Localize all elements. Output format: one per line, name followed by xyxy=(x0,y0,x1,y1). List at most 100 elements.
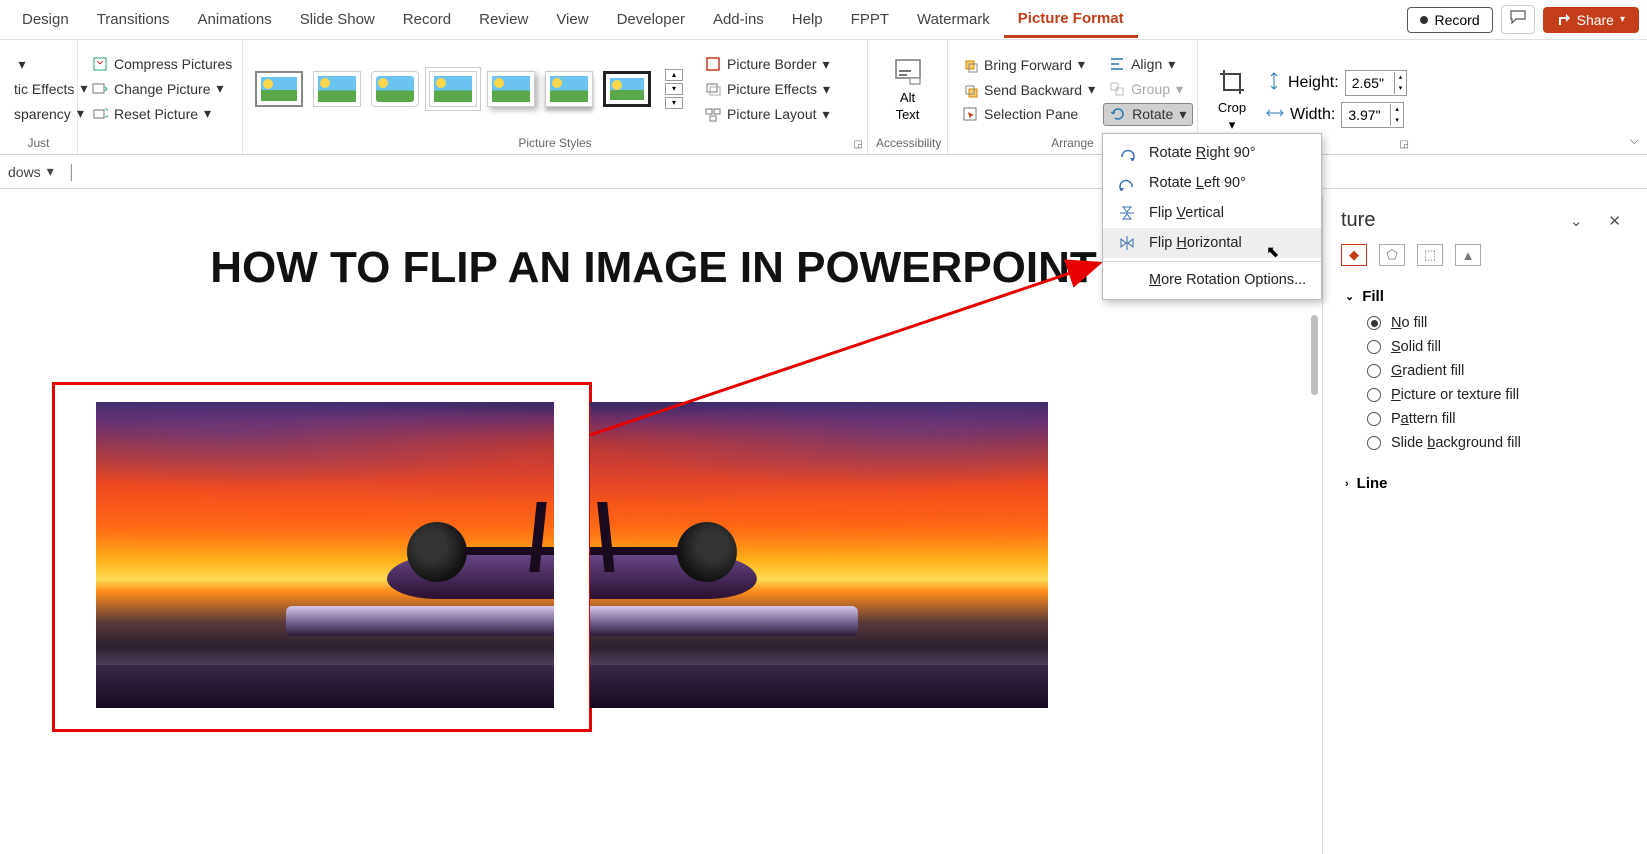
height-row: Height: ▴▾ xyxy=(1266,68,1407,98)
label: Crop xyxy=(1218,100,1246,115)
share-button[interactable]: Share▾ xyxy=(1543,7,1639,33)
fill-option-gradient[interactable]: Gradient fill xyxy=(1345,359,1625,383)
label: Alt xyxy=(900,90,915,105)
align-button[interactable]: Align ▾ xyxy=(1103,53,1193,76)
tab-transitions[interactable]: Transitions xyxy=(83,3,184,36)
radio-icon xyxy=(1367,412,1381,426)
record-dot-icon xyxy=(1420,16,1428,24)
tab-view[interactable]: View xyxy=(542,3,602,36)
collapse-ribbon-button[interactable]: ⌵ xyxy=(1630,133,1639,148)
tab-developer[interactable]: Developer xyxy=(603,3,699,36)
width-input[interactable]: ▴▾ xyxy=(1341,102,1404,128)
style-thumb[interactable] xyxy=(313,71,361,107)
style-thumb[interactable] xyxy=(603,71,651,107)
chevron-down-icon: ▾ xyxy=(1078,56,1085,73)
spinner-down[interactable]: ▾ xyxy=(1395,83,1407,94)
pane-options-button[interactable]: ⌄ xyxy=(1562,212,1591,230)
comments-button[interactable] xyxy=(1501,5,1535,34)
group-label xyxy=(86,134,234,154)
label: Picture Border xyxy=(727,56,816,72)
reset-picture-button[interactable]: Reset Picture ▾ xyxy=(86,102,238,125)
tab-record[interactable]: Record xyxy=(389,3,465,36)
picture-style-gallery[interactable]: ▴▾▾ xyxy=(251,44,687,134)
tab-help[interactable]: Help xyxy=(778,3,837,36)
picture-original[interactable] xyxy=(96,402,554,708)
chevron-down-icon: ▾ xyxy=(1179,106,1186,123)
line-section-header[interactable]: ›Line xyxy=(1345,469,1625,498)
label: Height: xyxy=(1288,74,1339,92)
picture-border-button[interactable]: Picture Border ▾ xyxy=(699,53,836,76)
bring-forward-icon xyxy=(962,57,978,73)
style-thumb[interactable] xyxy=(429,71,477,107)
chevron-down-icon: ▾ xyxy=(1168,56,1175,73)
style-thumb[interactable] xyxy=(487,71,535,107)
send-backward-button[interactable]: Send Backward ▾ xyxy=(956,78,1101,101)
menu-more-rotation-options[interactable]: More Rotation Options... xyxy=(1103,265,1321,295)
rotate-button[interactable]: Rotate ▾ xyxy=(1103,103,1193,126)
menu-rotate-left-90[interactable]: Rotate Left 90° xyxy=(1103,168,1321,198)
gallery-more-button[interactable]: ▴▾▾ xyxy=(665,69,683,109)
change-picture-button[interactable]: Change Picture ▾ xyxy=(86,77,238,100)
menu-flip-horizontal[interactable]: Flip Horizontal xyxy=(1103,228,1321,258)
selection-pane-button[interactable]: Selection Pane xyxy=(956,103,1101,125)
label: Compress Pictures xyxy=(114,56,232,72)
alt-text-button[interactable]: Alt Text xyxy=(882,44,934,134)
fill-option-solid[interactable]: Solid fill xyxy=(1345,335,1625,359)
dialog-launcher-icon[interactable]: ◲ xyxy=(854,139,863,150)
group-label: Picture Styles xyxy=(251,134,859,154)
scrollbar-thumb[interactable] xyxy=(1311,315,1318,395)
fill-section-header[interactable]: ⌄Fill xyxy=(1345,282,1625,311)
fill-option-picture[interactable]: Picture or texture fill xyxy=(1345,383,1625,407)
ribbon-tabs: Design Transitions Animations Slide Show… xyxy=(0,0,1647,40)
picture-flipped[interactable] xyxy=(590,402,1048,708)
ribbon-group-accessibility: Alt Text Accessibility xyxy=(868,40,948,154)
picture-layout-button[interactable]: Picture Layout ▾ xyxy=(699,103,836,126)
style-thumb[interactable] xyxy=(371,71,419,107)
fill-option-pattern[interactable]: Pattern fill xyxy=(1345,407,1625,431)
spinner-up[interactable]: ▴ xyxy=(1395,72,1407,83)
menu-flip-vertical[interactable]: Flip Vertical xyxy=(1103,198,1321,228)
height-field[interactable] xyxy=(1346,75,1394,91)
label: Send Backward xyxy=(984,82,1082,98)
width-field[interactable] xyxy=(1342,107,1390,123)
label: Selection Pane xyxy=(984,106,1078,122)
effects-tab[interactable]: ⬠ xyxy=(1379,244,1405,266)
style-thumb[interactable] xyxy=(545,71,593,107)
width-icon xyxy=(1266,105,1284,126)
fill-line-tab[interactable]: ◆ xyxy=(1341,244,1367,266)
tab-fppt[interactable]: FPPT xyxy=(837,3,903,36)
label: dows xyxy=(8,164,41,180)
radio-icon xyxy=(1367,340,1381,354)
tab-slideshow[interactable]: Slide Show xyxy=(286,3,389,36)
fill-option-slide-bg[interactable]: Slide background fill xyxy=(1345,431,1625,455)
chevron-down-icon: ▾ xyxy=(204,105,211,122)
tab-animations[interactable]: Animations xyxy=(184,3,286,36)
tab-design[interactable]: Design xyxy=(8,3,83,36)
picture-tab[interactable]: ▲ xyxy=(1455,244,1481,266)
label: Picture or texture fill xyxy=(1391,387,1519,403)
tab-watermark[interactable]: Watermark xyxy=(903,3,1004,36)
tab-picture-format[interactable]: Picture Format xyxy=(1004,2,1138,38)
style-thumb[interactable] xyxy=(255,71,303,107)
label: Group xyxy=(1131,81,1170,97)
record-button[interactable]: Record xyxy=(1407,7,1492,33)
fill-option-no-fill[interactable]: No fill xyxy=(1345,311,1625,335)
radio-icon xyxy=(1367,388,1381,402)
tab-addins[interactable]: Add-ins xyxy=(699,3,778,36)
dialog-launcher-icon[interactable]: ◲ xyxy=(1400,139,1409,150)
group-button[interactable]: Group ▾ xyxy=(1103,78,1193,101)
compress-pictures-button[interactable]: Compress Pictures xyxy=(86,53,238,75)
chevron-down-icon: ▾ xyxy=(822,56,829,73)
size-tab[interactable]: ⬚ xyxy=(1417,244,1443,266)
spinner-down[interactable]: ▾ xyxy=(1391,115,1403,126)
pane-close-button[interactable]: ✕ xyxy=(1600,212,1629,230)
radio-icon xyxy=(1367,364,1381,378)
menu-rotate-right-90[interactable]: Rotate Right 90° xyxy=(1103,138,1321,168)
chevron-down-icon: ▾ xyxy=(823,81,830,98)
spinner-up[interactable]: ▴ xyxy=(1391,104,1403,115)
height-input[interactable]: ▴▾ xyxy=(1345,70,1408,96)
bring-forward-button[interactable]: Bring Forward ▾ xyxy=(956,53,1101,76)
tab-review[interactable]: Review xyxy=(465,3,542,36)
rotate-icon xyxy=(1110,106,1126,122)
picture-effects-button[interactable]: Picture Effects ▾ xyxy=(699,78,836,101)
